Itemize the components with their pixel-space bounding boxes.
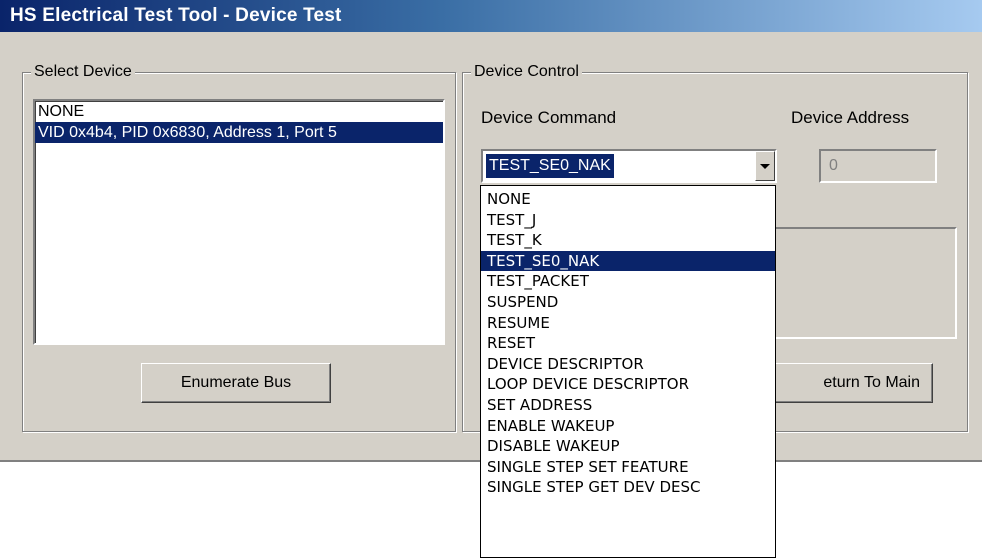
dropdown-option-none[interactable]: NONE: [481, 189, 775, 210]
device-listbox[interactable]: NONE VID 0x4b4, PID 0x6830, Address 1, P…: [33, 99, 445, 345]
list-item-label: NONE: [38, 103, 85, 120]
dropdown-option-set-address[interactable]: SET ADDRESS: [481, 395, 775, 416]
device-address-label: Device Address: [791, 108, 910, 127]
chevron-down-icon: [760, 163, 770, 169]
return-to-main-label: eturn To Main: [823, 374, 920, 391]
dropdown-option-test-k[interactable]: TEST_K: [481, 230, 775, 251]
window-title: HS Electrical Test Tool - Device Test: [0, 0, 982, 32]
dropdown-option-test-j[interactable]: TEST_J: [481, 210, 775, 231]
device-command-dropdown-list[interactable]: NONE TEST_J TEST_K TEST_SE0_NAK TEST_PAC…: [480, 185, 776, 558]
list-item[interactable]: NONE: [35, 101, 443, 122]
dropdown-option-test-se0-nak[interactable]: TEST_SE0_NAK: [481, 250, 775, 272]
device-command-label: Device Command: [481, 108, 617, 127]
dropdown-option-disable-wakeup[interactable]: DISABLE WAKEUP: [481, 436, 775, 457]
enumerate-bus-label: Enumerate Bus: [180, 374, 292, 391]
dropdown-option-suspend[interactable]: SUSPEND: [481, 292, 775, 313]
dropdown-option-test-packet[interactable]: TEST_PACKET: [481, 271, 775, 292]
dropdown-option-enable-wakeup[interactable]: ENABLE WAKEUP: [481, 416, 775, 437]
dropdown-option-resume[interactable]: RESUME: [481, 313, 775, 334]
select-device-legend: Select Device: [31, 62, 135, 82]
select-device-group: Select Device NONE VID 0x4b4, PID 0x6830…: [22, 62, 456, 432]
dropdown-option-loop-device-descriptor[interactable]: LOOP DEVICE DESCRIPTOR: [481, 374, 775, 395]
device-command-combo[interactable]: TEST_SE0_NAK: [481, 149, 777, 183]
dropdown-option-single-step-get-dev-desc[interactable]: SINGLE STEP GET DEV DESC: [481, 477, 775, 498]
device-address-value: 0: [829, 157, 838, 174]
device-address-field[interactable]: 0: [819, 149, 937, 183]
dropdown-option-reset[interactable]: RESET: [481, 333, 775, 354]
device-command-value: TEST_SE0_NAK: [486, 154, 614, 178]
dropdown-arrow-button[interactable]: [755, 151, 775, 181]
list-item[interactable]: VID 0x4b4, PID 0x6830, Address 1, Port 5: [35, 122, 443, 143]
enumerate-bus-button[interactable]: Enumerate Bus: [141, 363, 331, 403]
dropdown-option-device-descriptor[interactable]: DEVICE DESCRIPTOR: [481, 354, 775, 375]
list-item-label: VID 0x4b4, PID 0x6830, Address 1, Port 5: [38, 124, 337, 141]
dropdown-option-single-step-set-feature[interactable]: SINGLE STEP SET FEATURE: [481, 457, 775, 478]
device-control-legend: Device Control: [471, 62, 582, 82]
